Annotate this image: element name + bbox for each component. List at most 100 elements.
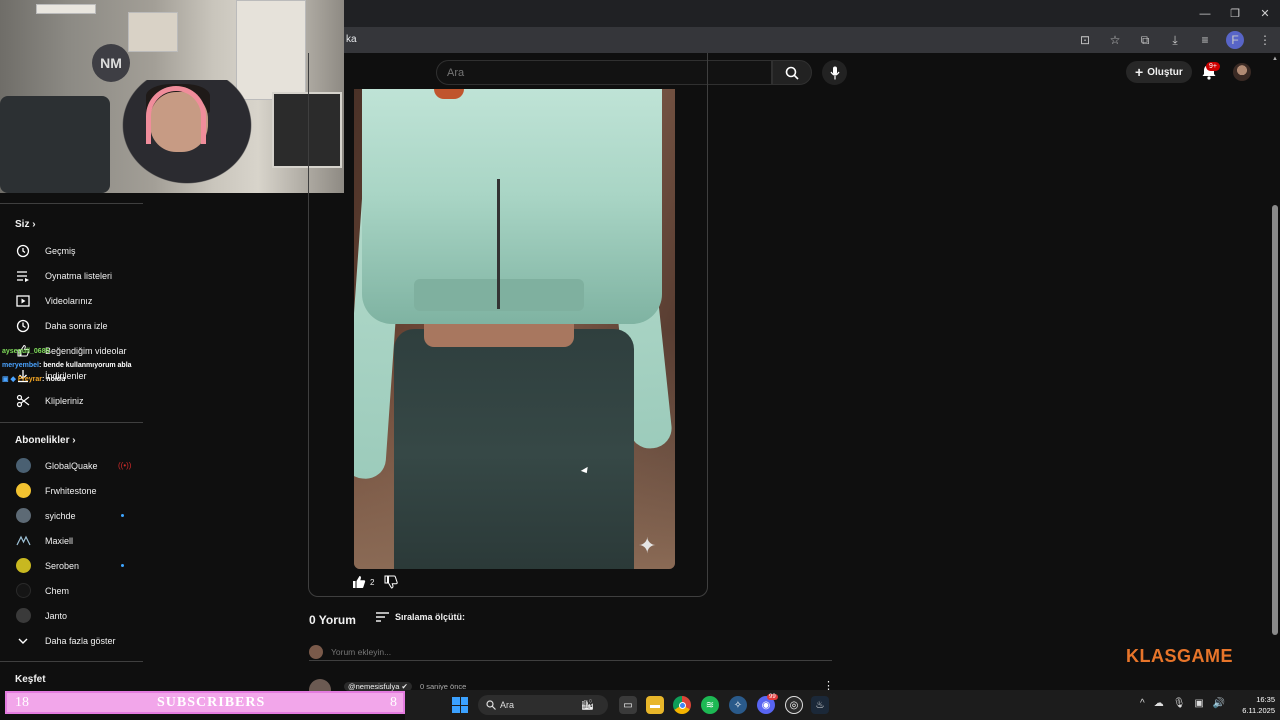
divider (0, 422, 143, 423)
taskbar-search-label: Ara (500, 700, 515, 710)
subscribers-current: 18 (15, 694, 29, 710)
sidebar-item-your-videos[interactable]: Videolarınız (0, 288, 148, 313)
chevron-up-icon[interactable]: ^ (1140, 698, 1145, 709)
section-subscriptions-label: Abonelikler (15, 435, 70, 446)
sidebar-item-history[interactable]: Geçmiş (0, 238, 148, 263)
close-icon[interactable]: ✕ (1250, 0, 1280, 27)
comment-input[interactable] (331, 644, 811, 659)
voice-search-button[interactable] (822, 60, 847, 85)
channel-avatar (15, 533, 31, 549)
scrollbar-thumb[interactable] (1272, 205, 1278, 635)
profile-icon[interactable]: F (1226, 31, 1244, 49)
sidebar-item-subscription[interactable]: GlobalQuake ((•)) (0, 453, 148, 478)
create-button[interactable]: + Oluştur (1126, 61, 1192, 83)
clock-time: 16:35 (1256, 695, 1275, 704)
like-icon[interactable] (352, 575, 366, 589)
sidebar-item-label: Maxiell (45, 535, 74, 546)
network-icon[interactable]: ▣ (1194, 698, 1203, 709)
klasgame-watermark: KLASGAME (1126, 646, 1233, 666)
minimize-icon[interactable]: — (1190, 0, 1220, 27)
sidebar-item-subscription[interactable]: Janto (0, 603, 148, 628)
download-icon[interactable]: ⤓ (1166, 31, 1184, 49)
sidebar-item-playlists[interactable]: Oynatma listeleri (0, 263, 148, 288)
sidebar-item-subscription[interactable]: syichde (0, 503, 148, 528)
sidebar-item-clips[interactable]: Klipleriniz (0, 388, 148, 413)
sidebar-item-watch-later[interactable]: Daha sonra izle (0, 313, 148, 338)
sidebar: Siz › Geçmiş Oynatma listeleri Videoları… (0, 193, 148, 690)
chrome-icon[interactable] (673, 696, 691, 714)
comment-author-name: @nemesisfulya (348, 682, 400, 691)
sidebar-item-subscription[interactable]: Frwhitestone (0, 478, 148, 503)
cloud-icon[interactable]: ☁ (1154, 698, 1164, 709)
chair (0, 96, 110, 193)
search-button[interactable] (772, 60, 812, 85)
avatar (309, 645, 323, 659)
sidebar-item-subscription[interactable]: Chem (0, 578, 148, 603)
url-text[interactable]: ka (346, 34, 357, 45)
volume-icon[interactable]: 🔊 (1213, 698, 1225, 709)
discord-badge: 99 (767, 694, 778, 700)
subscribers-goal-bar: 18 SUBSCRIBERS 8 (5, 691, 405, 714)
watch-later-icon (15, 318, 31, 334)
like-count: 2 (370, 577, 375, 587)
chat-message: meryembel: bende kullanmıyorum abla (2, 362, 132, 369)
install-icon[interactable]: ⊡ (1076, 31, 1094, 49)
channel-avatar (15, 508, 31, 524)
sidebar-item-subscription[interactable]: Maxiell (0, 528, 148, 553)
chat-user: meryembel (2, 362, 39, 369)
media-icon[interactable]: ≡ (1196, 31, 1214, 49)
account-avatar[interactable] (1233, 63, 1251, 81)
microphone-icon[interactable]: 🎙 (1173, 698, 1186, 709)
obs-icon[interactable]: ◎ (785, 696, 803, 714)
sidebar-item-label: Chem (45, 585, 70, 596)
section-explore: Keşfet (15, 674, 46, 685)
sort-button[interactable]: Sıralama ölçütü: (376, 612, 465, 622)
steam-icon[interactable]: ♨ (811, 696, 829, 714)
section-you[interactable]: Siz › (15, 219, 36, 230)
task-view-icon[interactable]: ▭ (619, 696, 637, 714)
sort-label: Sıralama ölçütü: (395, 612, 466, 622)
scroll-up-arrow-icon[interactable]: ▲ (1272, 56, 1278, 62)
restore-icon[interactable]: ❐ (1220, 0, 1250, 27)
dislike-icon[interactable] (384, 575, 399, 589)
comment-author[interactable]: @nemesisfulya ✔ (344, 682, 412, 691)
sidebar-item-label: syichde (45, 510, 76, 521)
sidebar-item-subscription[interactable]: Seroben (0, 553, 148, 578)
clock-date: 6.11.2025 (1242, 706, 1275, 715)
windows-start-icon[interactable] (452, 697, 468, 713)
channel-avatar (15, 558, 31, 574)
app-icon[interactable]: ✧ (729, 696, 747, 714)
post-image[interactable]: ✦ (354, 89, 675, 569)
streamer-logo: NM (92, 44, 130, 82)
address-bar[interactable]: ka ⊡ ☆ ⧉ ⤓ ≡ F ⋮ (344, 27, 1280, 53)
chat-user: aysegull_0685 (2, 348, 50, 355)
show-more-button[interactable]: Daha fazla göster (0, 628, 148, 653)
sidebar-item-label: Seroben (45, 560, 80, 571)
shelf (36, 4, 96, 14)
sidebar-item-label: Janto (45, 610, 68, 621)
sidebar-item-label: Klipleriniz (45, 395, 84, 406)
extensions-icon[interactable]: ⧉ (1136, 31, 1154, 49)
search-icon (486, 700, 496, 710)
image-zip (497, 179, 500, 309)
channel-avatar (15, 583, 31, 599)
chat-user: Freyrar (17, 376, 43, 383)
scrollbar[interactable] (1270, 53, 1280, 690)
section-subscriptions[interactable]: Abonelikler › (15, 435, 76, 446)
taskbar-search[interactable]: Ara 🏙 (478, 695, 608, 715)
menu-icon[interactable]: ⋮ (1256, 31, 1274, 49)
bookmark-star-icon[interactable]: ☆ (1106, 31, 1124, 49)
subscribers-goal: 8 (390, 694, 397, 710)
scissors-icon (15, 393, 31, 409)
spotify-icon[interactable]: ≋ (701, 696, 719, 714)
comments-count: 0 Yorum (309, 613, 356, 627)
file-explorer-icon[interactable]: ▬ (646, 696, 664, 714)
windows-taskbar: Ara 🏙 ▭ ▬ ≋ ✧ ◉ 99 ◎ ♨ ^ ☁ 🎙 ▣ 🔊 16:35 6… (405, 690, 1280, 720)
create-label: Oluştur (1147, 66, 1183, 78)
sidebar-item-label: Daha sonra izle (45, 320, 108, 331)
headset (146, 86, 206, 144)
taskbar-clock[interactable]: 16:35 6.11.2025 (1231, 694, 1275, 716)
plus-icon: + (1135, 64, 1144, 80)
comment-item: @nemesisfulya ✔ 0 saniye önce ⋮ (309, 679, 834, 701)
add-comment-row (309, 644, 832, 661)
